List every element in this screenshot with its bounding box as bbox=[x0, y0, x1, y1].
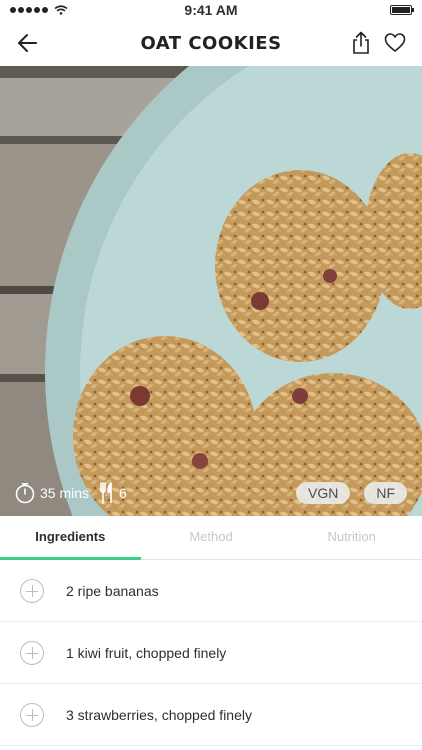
list-item: 1 kiwi fruit, chopped finely bbox=[0, 622, 422, 684]
servings: 6 bbox=[99, 482, 127, 504]
recipe-meta: 35 mins 6 bbox=[14, 482, 137, 504]
status-time: 9:41 AM bbox=[184, 2, 238, 18]
diet-badges: VGN NF bbox=[295, 482, 407, 504]
add-ingredient-icon[interactable] bbox=[20, 702, 44, 727]
navigation-bar: OAT COOKIES bbox=[0, 20, 422, 66]
cookies-image bbox=[0, 66, 422, 516]
badge-vegan[interactable]: VGN bbox=[295, 482, 351, 504]
ingredient-text: 2 ripe bananas bbox=[66, 582, 159, 599]
tab-ingredients[interactable]: Ingredients bbox=[0, 516, 141, 560]
back-arrow-icon[interactable] bbox=[14, 30, 42, 56]
recipe-photo: 35 mins 6 VGN NF bbox=[0, 66, 422, 516]
cook-time-value: 35 mins bbox=[40, 485, 90, 501]
cutlery-icon bbox=[100, 482, 112, 504]
tab-nutrition[interactable]: Nutrition bbox=[281, 516, 422, 559]
timer-icon bbox=[15, 483, 35, 504]
ingredient-text: 1 kiwi fruit, chopped finely bbox=[66, 644, 227, 661]
add-ingredient-icon[interactable] bbox=[20, 640, 44, 665]
page-title: OAT COOKIES bbox=[140, 32, 282, 54]
tab-method[interactable]: Method bbox=[141, 516, 282, 559]
ingredient-text: 3 strawberries, chopped finely bbox=[66, 706, 252, 723]
add-ingredient-icon[interactable] bbox=[20, 578, 44, 603]
ingredient-list: 2 ripe bananas 1 kiwi fruit, chopped fin… bbox=[0, 560, 422, 746]
cook-time: 35 mins bbox=[14, 482, 89, 504]
status-bar: 9:41 AM bbox=[0, 0, 422, 20]
recipe-tabs: Ingredients Method Nutrition bbox=[0, 516, 422, 560]
badge-nut-free[interactable]: NF bbox=[364, 482, 407, 504]
heart-icon[interactable] bbox=[384, 32, 406, 54]
list-item: 3 strawberries, chopped finely bbox=[0, 684, 422, 746]
servings-value: 6 bbox=[119, 485, 127, 501]
share-icon[interactable] bbox=[350, 31, 372, 55]
list-item: 2 ripe bananas bbox=[0, 560, 422, 622]
battery-icon bbox=[390, 5, 414, 15]
